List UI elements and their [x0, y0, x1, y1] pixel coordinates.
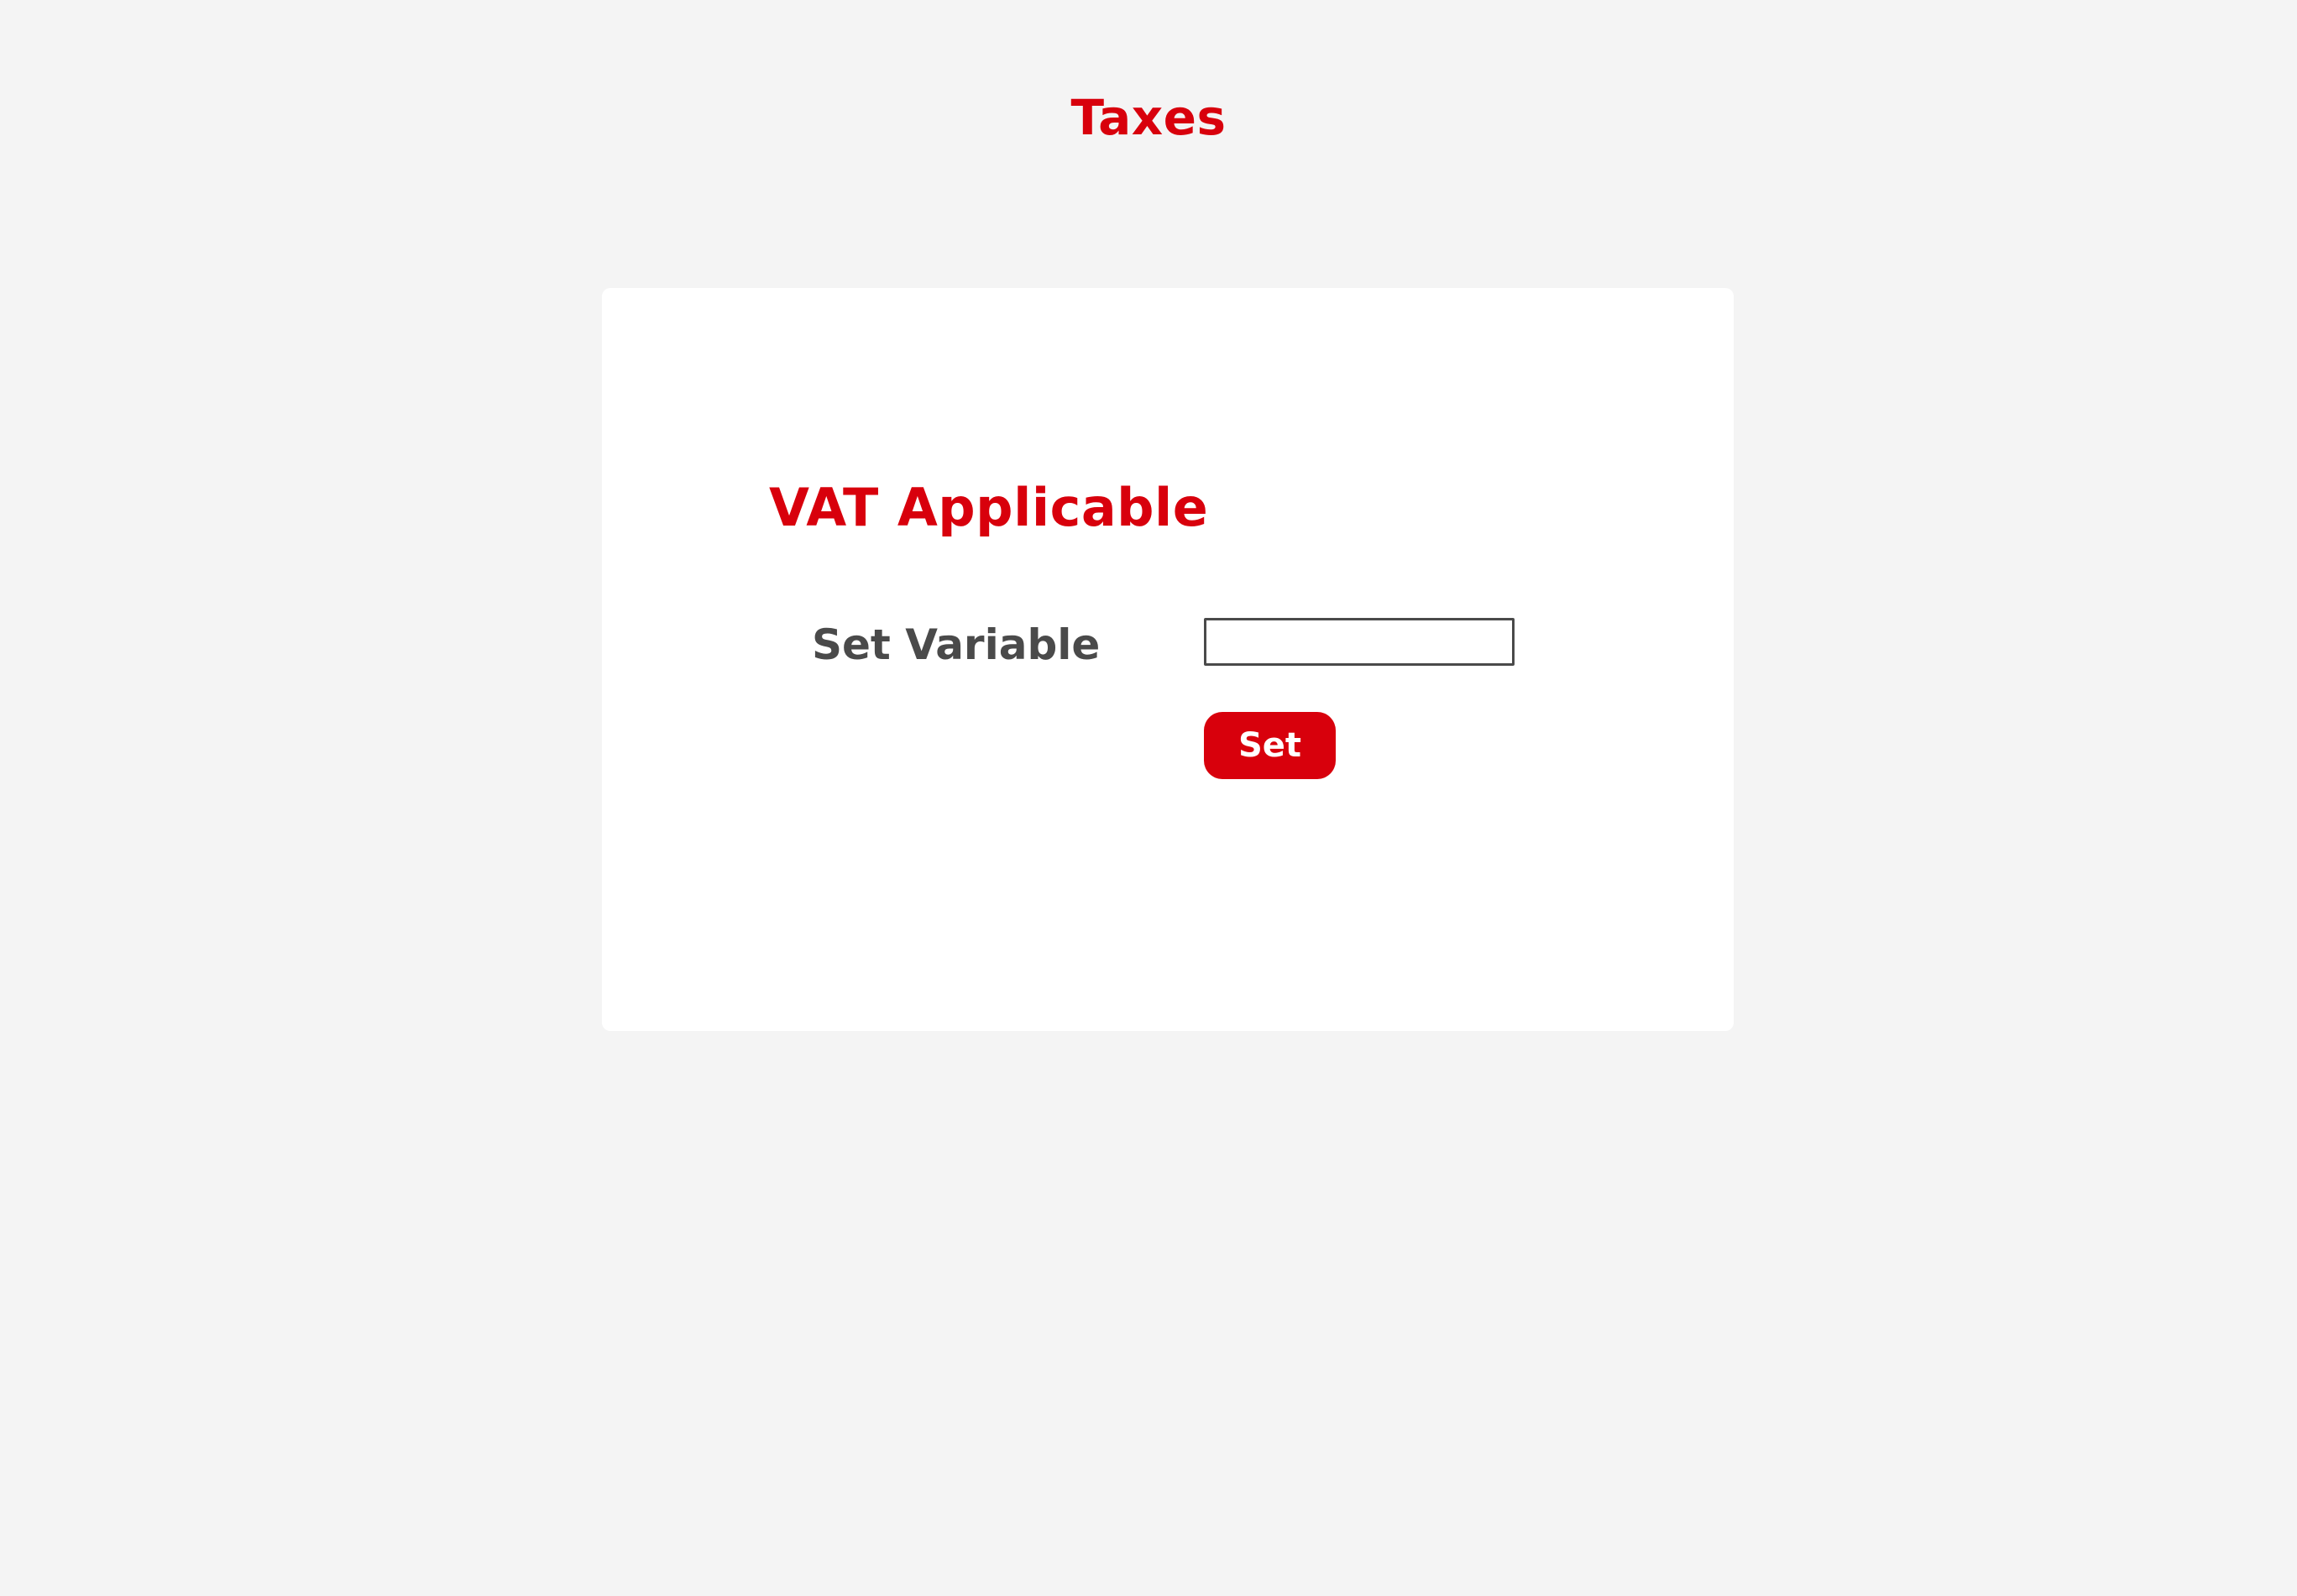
page-title: Taxes: [1070, 89, 1227, 146]
set-variable-input[interactable]: [1204, 618, 1515, 666]
set-button[interactable]: Set: [1204, 712, 1336, 779]
section-title: VAT Applicable: [769, 477, 1209, 538]
vat-settings-card: VAT Applicable Set Variable Set: [602, 288, 1734, 1031]
set-variable-label: Set Variable: [812, 620, 1101, 669]
